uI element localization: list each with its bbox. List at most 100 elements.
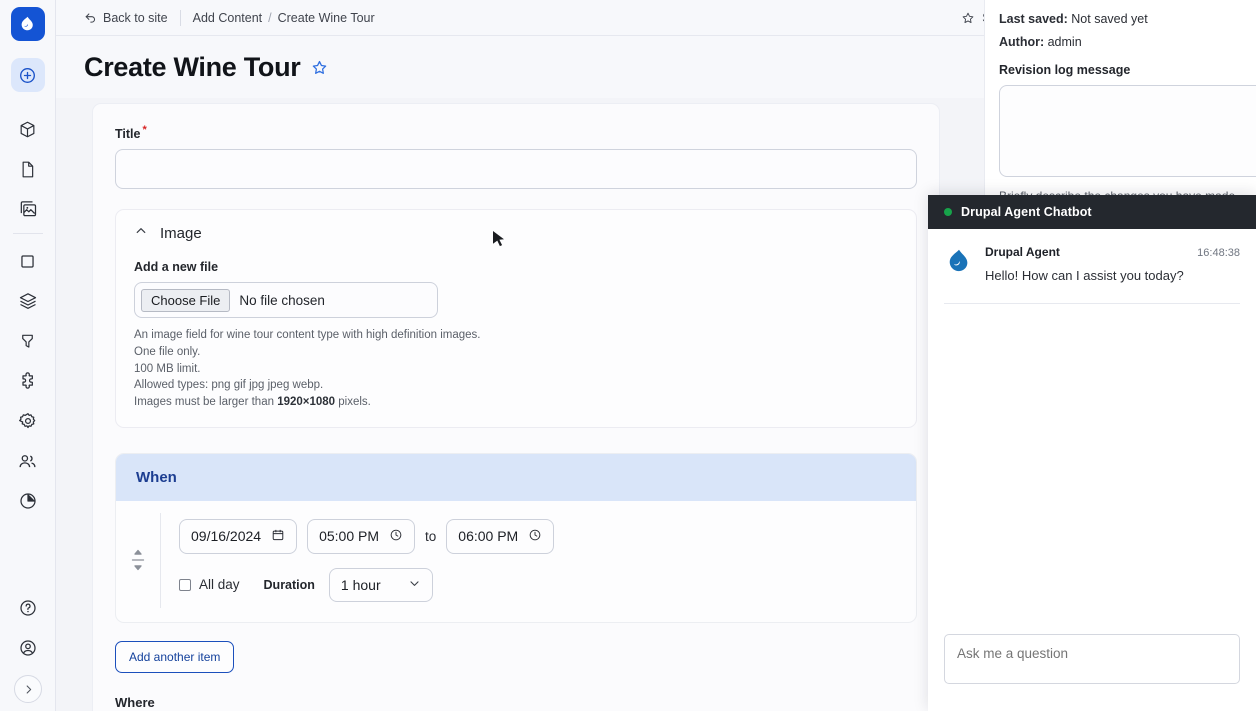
file-status-text: No file chosen — [239, 292, 325, 308]
add-content-plus-icon[interactable] — [10, 58, 45, 92]
last-saved-line: Last saved: Not saved yet — [999, 12, 1256, 26]
chat-message-time: 16:48:38 — [1197, 247, 1240, 259]
add-new-file-label: Add a new file — [134, 260, 219, 275]
author-value: admin — [1047, 35, 1082, 49]
all-day-label: All day — [199, 577, 240, 593]
square-icon[interactable] — [11, 244, 45, 278]
calendar-icon[interactable] — [271, 528, 285, 545]
image-panel-title: Image — [160, 224, 202, 242]
star-outline-icon[interactable] — [311, 59, 328, 76]
when-options-row: All day Duration 1 hour — [179, 567, 916, 602]
help-line: An image field for wine tour content typ… — [134, 329, 481, 342]
puzzle-icon[interactable] — [11, 364, 45, 398]
chatbot-input-area — [928, 634, 1256, 711]
chevron-up-icon[interactable] — [134, 224, 148, 242]
account-icon[interactable] — [11, 631, 45, 665]
help-line: Allowed types: png gif jpg jpeg webp. — [134, 379, 324, 392]
file-upload-control[interactable]: Choose File No file chosen — [134, 282, 438, 319]
breadcrumb-divider — [179, 9, 181, 26]
revision-log-label: Revision log message — [999, 63, 1131, 77]
breadcrumb-item-create-wine-tour: Create Wine Tour — [277, 10, 375, 25]
image-icon[interactable] — [11, 192, 45, 226]
when-fields: 09/16/2024 05:00 PM to 06:00 PM All day … — [160, 512, 916, 608]
back-to-site-link[interactable]: Back to site — [84, 11, 168, 25]
back-arrow-icon — [85, 13, 96, 23]
date-input[interactable]: 09/16/2024 — [179, 518, 298, 554]
rail-divider — [12, 233, 43, 234]
help-suffix: pixels. — [335, 395, 371, 408]
image-field-help: An image field for wine tour content typ… — [134, 327, 898, 410]
back-to-site-label: Back to site — [103, 10, 168, 25]
to-label: to — [425, 528, 437, 544]
start-time-input[interactable]: 05:00 PM — [307, 518, 416, 554]
image-panel-header[interactable]: Image — [116, 224, 916, 242]
help-line-dimensions: Images must be larger than 1920×1080 pix… — [134, 394, 898, 411]
help-line: 100 MB limit. — [134, 362, 201, 375]
rail-bottom-group — [0, 585, 56, 703]
title-field-label: Title * — [115, 124, 917, 141]
help-line: One file only. — [134, 345, 201, 358]
chevron-down-icon[interactable] — [408, 577, 421, 593]
last-saved-value: Not saved yet — [1071, 12, 1148, 26]
left-icon-rail — [0, 0, 56, 711]
duration-label: Duration — [263, 577, 315, 592]
file-icon[interactable] — [11, 152, 45, 186]
chat-message-header: Drupal Agent 16:48:38 — [985, 245, 1240, 259]
page-title: Create Wine Tour — [84, 51, 301, 82]
author-line: Author: admin — [999, 35, 1256, 49]
required-marker: * — [142, 124, 147, 136]
expand-sidebar-button[interactable] — [14, 675, 42, 703]
star-icon — [962, 12, 974, 23]
chat-message-author: Drupal Agent — [985, 245, 1060, 259]
app-root: Back to site Add Content / Create Wine T… — [0, 0, 1256, 711]
image-panel-body: Add a new file Choose File No file chose… — [116, 242, 916, 410]
last-saved-label: Last saved: — [999, 12, 1068, 26]
status-dot-icon — [944, 208, 952, 216]
when-field-panel: When 09/16/2024 05:00 PM to 06:00 PM All… — [115, 452, 917, 623]
chat-divider — [944, 303, 1240, 305]
drupal-droplet-avatar — [944, 247, 974, 277]
funnel-icon[interactable] — [11, 324, 45, 358]
clock-icon[interactable] — [528, 528, 542, 545]
where-field-label: Where — [115, 694, 155, 710]
end-time-input[interactable]: 06:00 PM — [446, 518, 555, 554]
layers-icon[interactable] — [11, 284, 45, 318]
checkbox-box[interactable] — [179, 578, 191, 591]
choose-file-button[interactable]: Choose File — [141, 288, 231, 312]
when-row: 09/16/2024 05:00 PM to 06:00 PM All day … — [116, 501, 916, 622]
chatbot-title: Drupal Agent Chatbot — [961, 205, 1092, 219]
breadcrumb-separator: / — [268, 10, 272, 25]
cube-icon[interactable] — [11, 112, 45, 146]
pie-chart-icon[interactable] — [11, 484, 45, 518]
breadcrumb: Back to site Add Content / Create Wine T… — [84, 9, 375, 26]
duration-value: 1 hour — [340, 576, 381, 593]
help-dimensions-value: 1920×1080 — [277, 395, 336, 408]
all-day-checkbox[interactable]: All day — [179, 577, 240, 592]
start-time-value: 05:00 PM — [319, 528, 380, 545]
title-input[interactable] — [115, 149, 917, 190]
when-panel-title: When — [116, 453, 916, 501]
chat-message-body: Drupal Agent 16:48:38 Hello! How can I a… — [985, 245, 1240, 285]
drupal-droplet-logo[interactable] — [10, 7, 45, 41]
chatbot-header[interactable]: Drupal Agent Chatbot — [928, 195, 1256, 229]
help-prefix: Images must be larger than — [134, 395, 278, 408]
drupal-agent-chatbot: Drupal Agent Chatbot Drupal Agent 16:48:… — [928, 195, 1256, 711]
revision-log-textarea[interactable] — [999, 85, 1256, 177]
chat-input[interactable] — [944, 634, 1240, 684]
form-card: Title * Image Add a new file Choose File… — [92, 103, 940, 711]
date-value: 09/16/2024 — [191, 528, 262, 545]
gear-icon[interactable] — [11, 404, 45, 438]
clock-icon[interactable] — [389, 528, 403, 545]
drag-handle-icon[interactable] — [116, 513, 160, 608]
chat-message: Drupal Agent 16:48:38 Hello! How can I a… — [944, 245, 1240, 285]
add-another-item-button[interactable]: Add another item — [115, 640, 235, 673]
title-label-text: Title — [115, 127, 141, 142]
breadcrumb-item-add-content[interactable]: Add Content — [193, 11, 263, 25]
people-icon[interactable] — [11, 444, 45, 478]
duration-select[interactable]: 1 hour — [328, 567, 433, 602]
end-time-value: 06:00 PM — [458, 528, 519, 545]
chat-message-text: Hello! How can I assist you today? — [985, 268, 1184, 283]
datetime-row: 09/16/2024 05:00 PM to 06:00 PM — [179, 518, 916, 554]
main-region: Back to site Add Content / Create Wine T… — [56, 0, 1256, 711]
help-icon[interactable] — [11, 591, 45, 625]
